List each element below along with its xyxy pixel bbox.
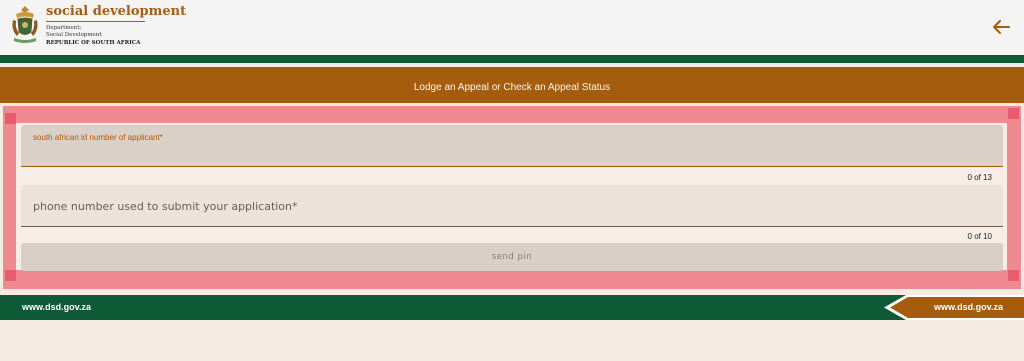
brand-title: social development <box>46 4 186 22</box>
highlight-corner-top-right <box>1008 108 1019 119</box>
id-number-counter: 0 of 13 <box>967 173 992 182</box>
phone-number-field[interactable]: phone number used to submit your applica… <box>21 185 1003 227</box>
coat-of-arms-icon <box>12 6 38 43</box>
phone-number-counter: 0 of 10 <box>967 232 992 241</box>
page-title: Lodge an Appeal or Check an Appeal Statu… <box>413 82 611 93</box>
brand-country: REPUBLIC OF SOUTH AFRICA <box>46 40 141 46</box>
id-number-label: south african id number of applicant* <box>33 133 163 142</box>
logo[interactable]: social development Department: Social De… <box>10 4 186 47</box>
footer-bar <box>0 295 1024 320</box>
send-pin-button[interactable]: send pin <box>21 243 1003 271</box>
header-green-stripe <box>0 55 1024 63</box>
id-number-field[interactable]: south african id number of applicant* <box>21 125 1003 167</box>
footer-link-left[interactable]: www.dsd.gov.za <box>22 302 91 312</box>
footer-link-right[interactable]: www.dsd.gov.za <box>934 302 1003 312</box>
phone-number-placeholder: phone number used to submit your applica… <box>33 200 298 213</box>
highlight-corner-bottom-right <box>1008 270 1019 281</box>
top-bar: social development Department: Social De… <box>0 0 1024 55</box>
brand-department-name: Social Development <box>46 32 102 38</box>
highlight-corner-bottom-left <box>5 270 16 281</box>
brand-department-label: Department: <box>46 25 82 31</box>
arrow-left-icon[interactable] <box>991 18 1011 36</box>
highlight-corner-top-left <box>5 113 16 124</box>
